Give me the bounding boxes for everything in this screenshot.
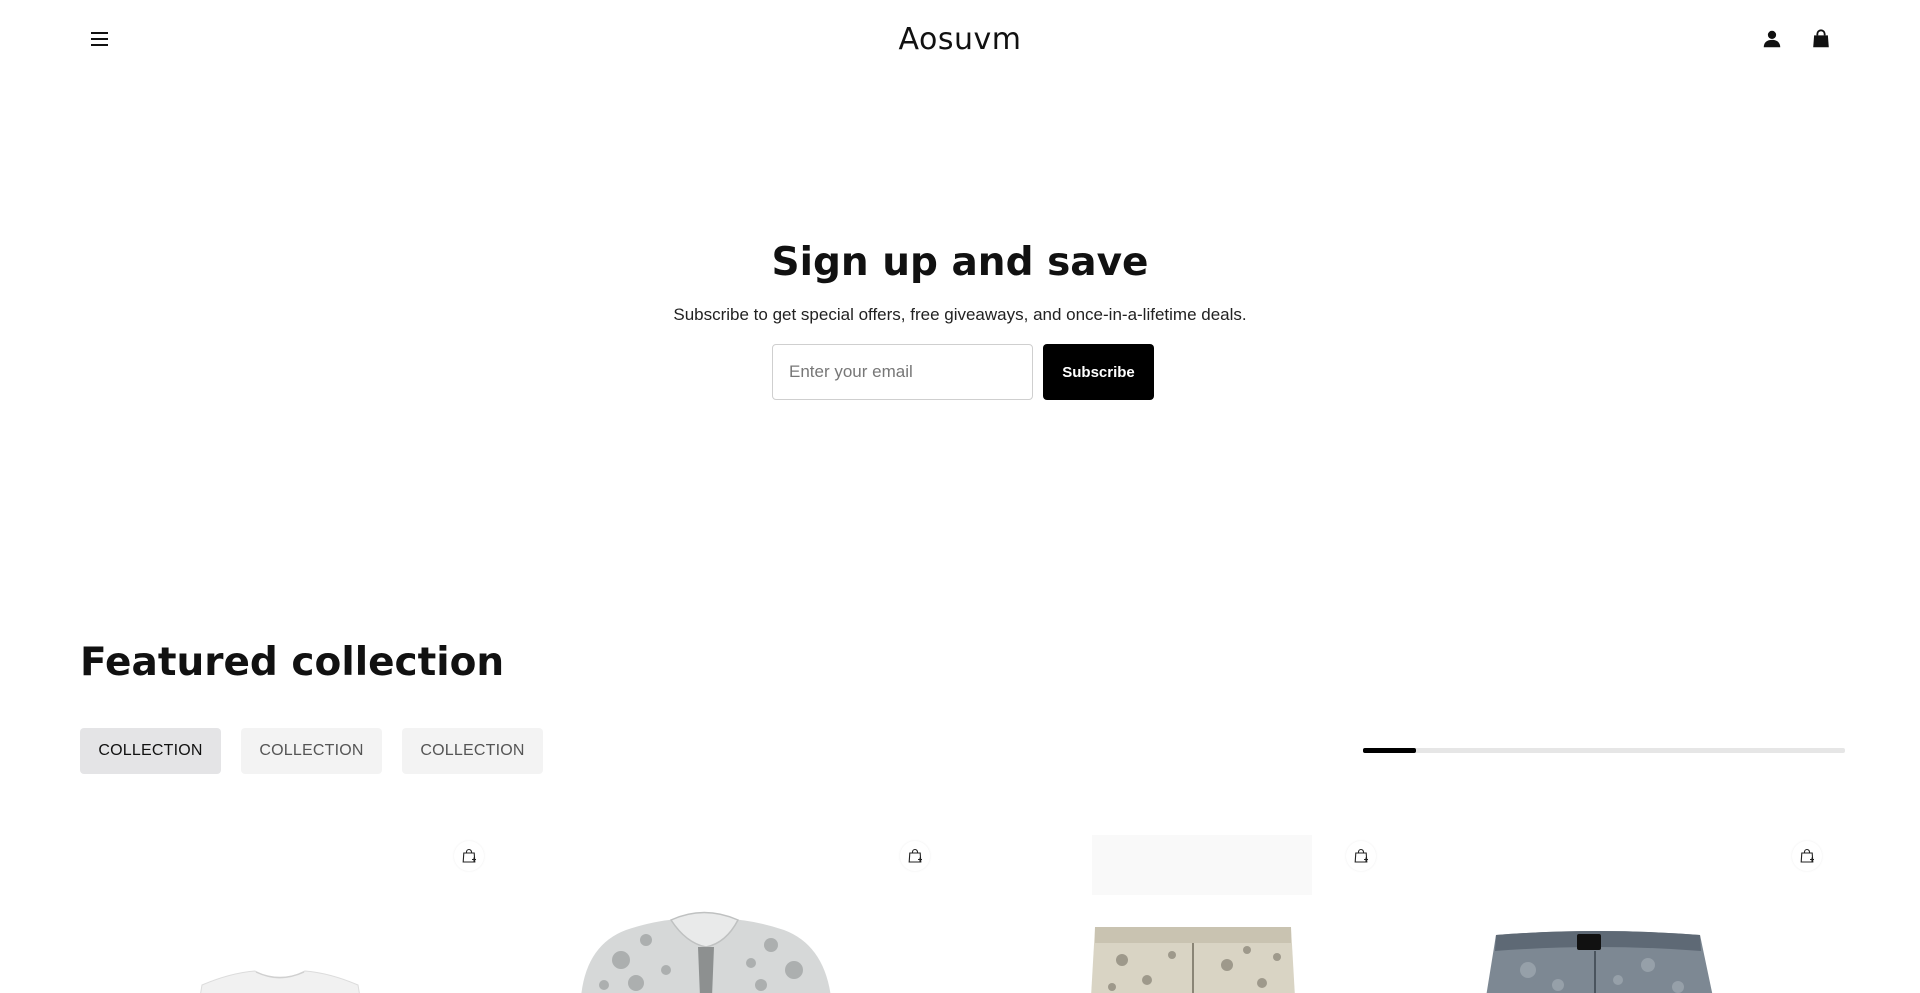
product-card[interactable] bbox=[972, 835, 1402, 993]
bag-plus-icon bbox=[462, 848, 476, 863]
quick-add-button[interactable] bbox=[1346, 841, 1376, 871]
featured-collection-title: Featured collection bbox=[80, 640, 505, 685]
user-icon[interactable] bbox=[1761, 28, 1783, 50]
bag-plus-icon bbox=[1800, 848, 1814, 863]
newsletter-subtitle: Subscribe to get special offers, free gi… bbox=[673, 305, 1247, 324]
site-header: Aosuvm bbox=[0, 0, 1920, 80]
bag-plus-icon bbox=[1354, 848, 1368, 863]
carousel-scrollbar[interactable] bbox=[1363, 748, 1845, 753]
collection-tab-1[interactable]: COLLECTION bbox=[80, 728, 221, 774]
product-card[interactable] bbox=[526, 835, 956, 993]
shopping-bag-icon[interactable] bbox=[1810, 28, 1832, 50]
carousel-scrollbar-thumb[interactable] bbox=[1363, 748, 1417, 753]
collection-tab-3[interactable]: COLLECTION bbox=[402, 728, 543, 774]
bag-plus-icon bbox=[908, 848, 922, 863]
collection-tab-2[interactable]: COLLECTION bbox=[241, 728, 382, 774]
site-logo[interactable]: Aosuvm bbox=[0, 22, 1920, 57]
email-field[interactable] bbox=[772, 344, 1033, 400]
product-card[interactable] bbox=[1418, 835, 1848, 993]
product-image[interactable] bbox=[80, 835, 510, 993]
quick-add-button[interactable] bbox=[900, 841, 930, 871]
quick-add-button[interactable] bbox=[454, 841, 484, 871]
product-image[interactable] bbox=[1418, 835, 1848, 993]
subscribe-button[interactable]: Subscribe bbox=[1043, 344, 1154, 400]
newsletter-title: Sign up and save bbox=[771, 240, 1149, 285]
product-card[interactable] bbox=[80, 835, 510, 993]
product-image[interactable] bbox=[526, 835, 956, 993]
quick-add-button[interactable] bbox=[1792, 841, 1822, 871]
product-image[interactable] bbox=[972, 835, 1402, 993]
